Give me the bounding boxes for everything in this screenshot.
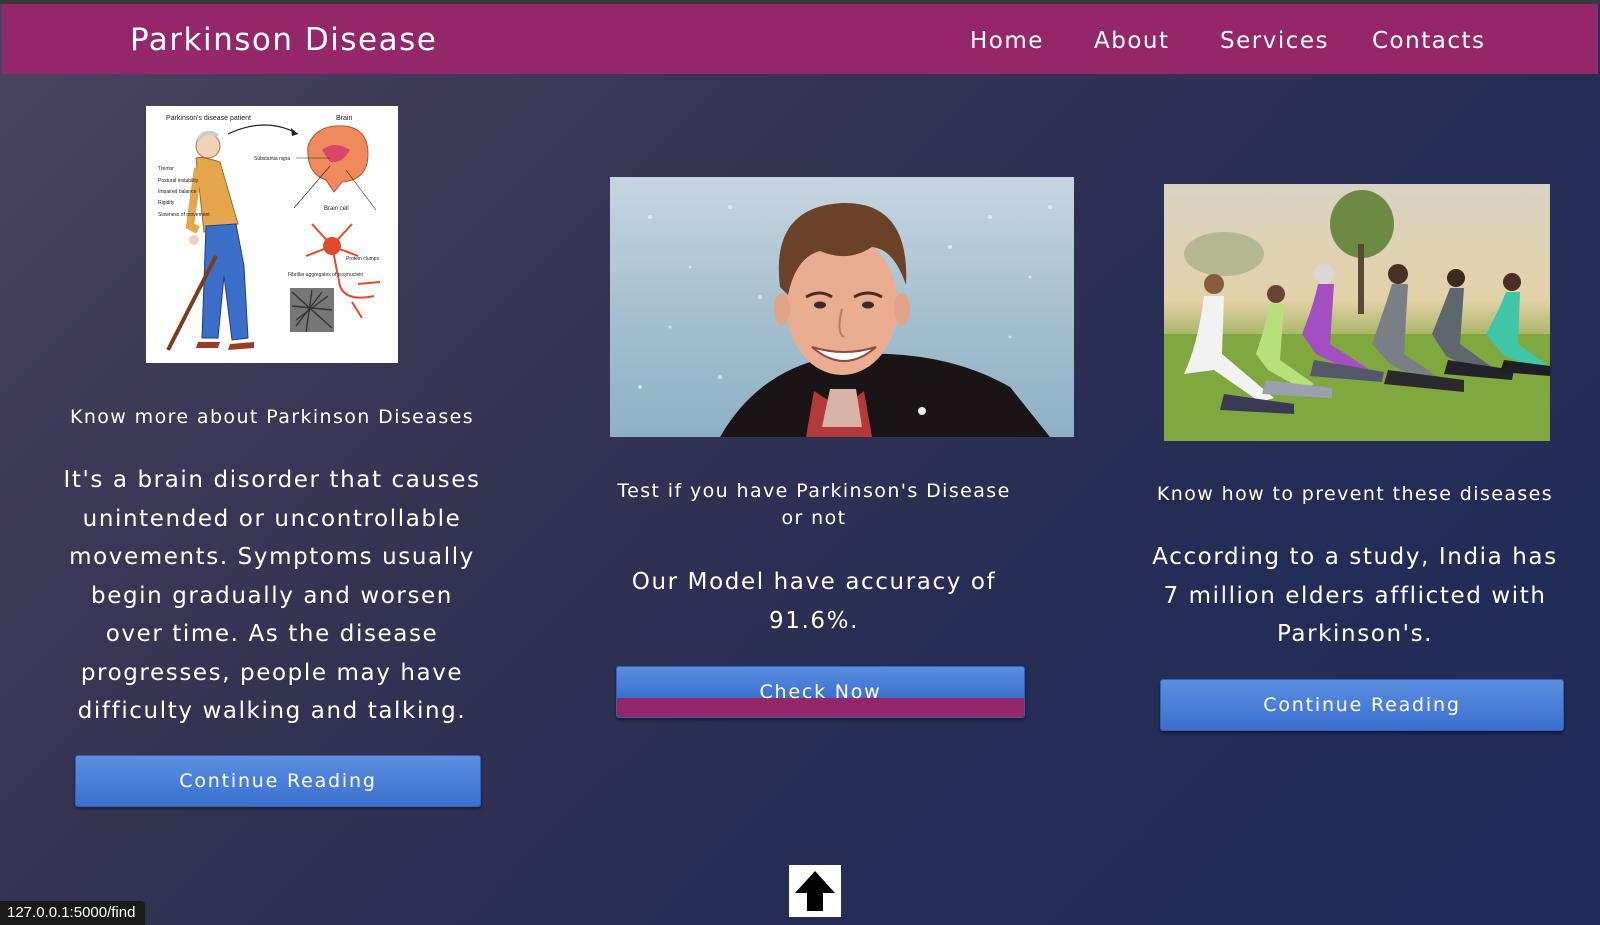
check-now-label: Check Now: [759, 681, 882, 703]
card-body-prevent: According to a study, India has 7 millio…: [1152, 544, 1558, 647]
arrow-up-icon: [795, 871, 835, 911]
diagram-label-substantia: Substantia nigra: [254, 156, 290, 162]
nav-link-contacts[interactable]: Contacts: [1372, 28, 1485, 54]
continue-reading-button-2[interactable]: Continue Reading: [1160, 679, 1564, 731]
nav-link-about[interactable]: About: [1094, 28, 1170, 54]
nav-link-services[interactable]: Services: [1220, 28, 1329, 54]
diagram-label-rigidity: Rigidity: [158, 200, 175, 206]
diagram-label-postural: Postural instability: [158, 178, 199, 184]
parkinson-diagram-image: Parkinson's disease patient Brain Tremor…: [146, 106, 398, 363]
diagram-label-protein: Protein clumps: [346, 256, 380, 262]
diagram-label-patient: Parkinson's disease patient: [166, 115, 251, 122]
card-title-know-more: Know more about Parkinson Diseases: [69, 406, 475, 428]
card-title-prevent: Know how to prevent these diseases: [1156, 483, 1554, 505]
diagram-label-fibrillar: Fibrillar aggregates of α-synuclein: [288, 272, 363, 278]
person-portrait-image: [610, 177, 1074, 437]
diagram-label-brain: Brain: [336, 115, 352, 122]
group-yoga-image: [1164, 184, 1550, 441]
brand-title[interactable]: Parkinson Disease: [130, 22, 437, 58]
status-bar-url: 127.0.0.1:5000/find: [0, 901, 146, 925]
diagram-label-slowness: Slowness of movement: [158, 212, 210, 218]
card-title-test: Test if you have Parkinson's Disease or …: [617, 480, 1011, 529]
nav-link-home[interactable]: Home: [970, 28, 1044, 54]
navbar: Parkinson Disease Home About Services Co…: [2, 4, 1598, 74]
diagram-label-tremor: Tremor: [158, 166, 174, 172]
card-body-know-more: It's a brain disorder that causes uninte…: [63, 467, 481, 724]
card-body-test: Our Model have accuracy of 91.6%.: [631, 569, 997, 634]
scroll-top-button[interactable]: [789, 865, 841, 917]
check-now-button[interactable]: Check Now: [616, 666, 1025, 718]
diagram-label-balance: Impaired balance: [158, 189, 197, 195]
continue-reading-button-1[interactable]: Continue Reading: [75, 755, 481, 807]
diagram-label-brain-cell: Brain cell: [324, 206, 349, 212]
